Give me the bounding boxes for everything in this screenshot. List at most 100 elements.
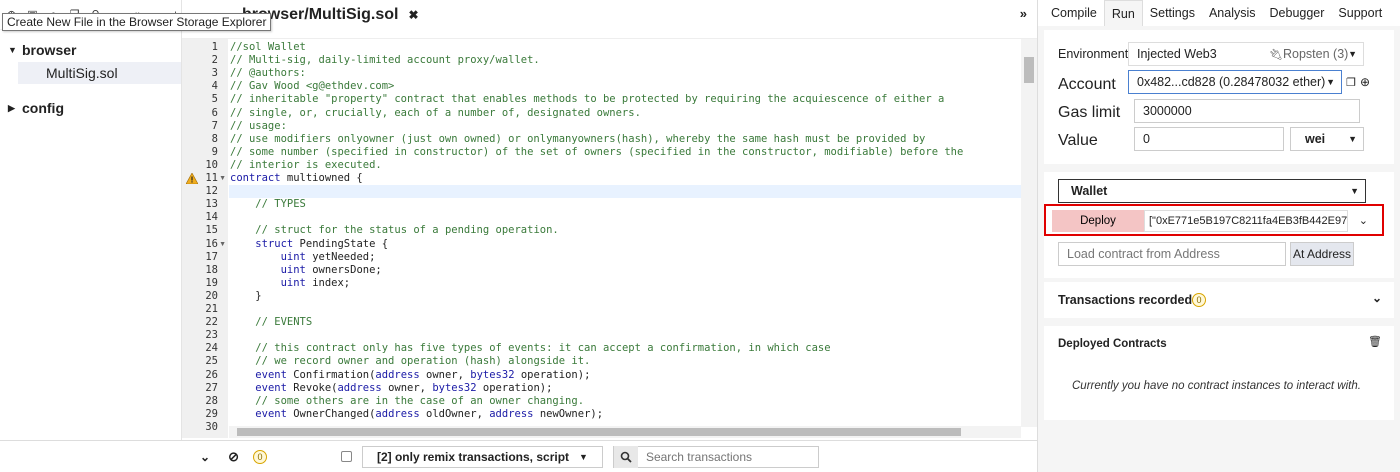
code-line[interactable]: uint index;	[229, 277, 1021, 290]
environment-select[interactable]: Injected Web3 🔌︎ Ropsten (3) ▼	[1128, 42, 1364, 66]
code-line[interactable]: // inheritable "property" contract that …	[229, 93, 1021, 106]
copy-icon[interactable]: ❐	[1346, 76, 1356, 89]
fold-icon[interactable]: ▼	[219, 241, 226, 248]
code-line[interactable]	[229, 329, 1021, 342]
network-label: Ropsten (3)	[1283, 47, 1349, 61]
trash-icon[interactable]: 🗑︎	[1368, 335, 1382, 348]
folder-config[interactable]: ▶ config	[0, 98, 181, 118]
code-line[interactable]: // @authors:	[229, 67, 1021, 80]
at-address-button[interactable]: At Address	[1290, 242, 1354, 266]
line-number: 24	[205, 342, 218, 355]
line-number: 15	[205, 224, 218, 237]
close-icon[interactable]: ✖	[408, 8, 418, 22]
line-number: 12	[205, 185, 218, 198]
code-line[interactable]: // we record owner and operation (hash) …	[229, 355, 1021, 368]
tab-settings[interactable]: Settings	[1143, 0, 1202, 26]
code-line[interactable]: }	[229, 290, 1021, 303]
code-line[interactable]: // some number (specified in constructor…	[229, 146, 1021, 159]
line-number: 21	[205, 303, 218, 315]
chevron-double-down-icon[interactable]: ⌄	[200, 450, 210, 464]
listen-checkbox[interactable]	[340, 451, 352, 462]
code-area[interactable]: //sol Wallet// Multi-sig, daily-limited …	[229, 39, 1021, 438]
chevron-down-icon[interactable]: ⌄	[1359, 214, 1368, 227]
clear-icon[interactable]: ⊘	[228, 449, 239, 465]
scroll-thumb[interactable]	[1024, 57, 1034, 83]
expand-panel-icon[interactable]: »	[1020, 6, 1027, 21]
tab-compile[interactable]: Compile	[1044, 0, 1104, 26]
line-number: 25	[205, 355, 218, 368]
code-line[interactable]: event OwnerChanged(address oldOwner, add…	[229, 408, 1021, 421]
tab-debugger[interactable]: Debugger	[1263, 0, 1332, 26]
code-editor[interactable]: 1 2 3 4 5 6 7 8 9 10 11 ▼ 12 13 14 15 16 ▼ 17 18 19 20 21 22 23 2…	[182, 38, 1037, 438]
environment-label: Environment	[1058, 47, 1129, 61]
code-line[interactable]: struct PendingState {	[229, 238, 1021, 251]
code-line[interactable]: // this contract only has five types of …	[229, 342, 1021, 355]
tx-recorded-card[interactable]: Transactions recorded: 0 ⌄	[1044, 282, 1394, 318]
code-line[interactable]	[229, 211, 1021, 224]
line-number: 7	[211, 119, 218, 132]
line-number: 23	[205, 329, 218, 342]
vertical-scrollbar[interactable]	[1021, 39, 1037, 427]
contract-select[interactable]: Wallet ▼	[1058, 179, 1366, 203]
gas-limit-input[interactable]: 3000000	[1134, 99, 1360, 123]
warning-icon[interactable]	[186, 173, 198, 184]
account-label: Account	[1058, 76, 1116, 93]
value-input[interactable]: 0	[1134, 127, 1284, 151]
code-line[interactable]: // Gav Wood <g@ethdev.com>	[229, 80, 1021, 93]
chevron-down-icon[interactable]: ⌄	[1372, 291, 1382, 305]
line-number: 2	[211, 54, 218, 67]
search-input[interactable]	[637, 446, 818, 467]
constructor-args-input[interactable]: ["0xE771e5B197C8211fa4EB3fB442E9719963	[1144, 210, 1348, 232]
code-line[interactable]: event Confirmation(address owner, bytes3…	[229, 369, 1021, 382]
tab-run[interactable]: Run	[1103, 0, 1143, 26]
file-tree: ▼ browser MultiSig.sol ▶ config	[0, 30, 181, 118]
line-number: 29	[205, 407, 218, 420]
unit-value: wei	[1305, 132, 1326, 146]
account-select[interactable]: 0x482...cd828 (0.28478032 ether) ▼	[1128, 70, 1342, 94]
editor-tab-bar: browser/MultiSig.sol ✖ »	[182, 0, 1037, 30]
code-line[interactable]: event Revoke(address owner, bytes32 oper…	[229, 382, 1021, 395]
code-line[interactable]: // struct for the status of a pending op…	[229, 224, 1021, 237]
code-line[interactable]: uint ownersDone;	[229, 264, 1021, 277]
caret-down-icon: ▼	[1350, 186, 1359, 196]
code-line[interactable]	[229, 303, 1021, 316]
line-gutter: 1 2 3 4 5 6 7 8 9 10 11 ▼ 12 13 14 15 16 ▼ 17 18 19 20 21 22 23 2…	[182, 39, 228, 438]
line-number: 10	[205, 158, 218, 171]
code-line[interactable]: // TYPES	[229, 198, 1021, 211]
load-address-input[interactable]: Load contract from Address	[1058, 242, 1286, 266]
tab-support[interactable]: Support	[1331, 0, 1389, 26]
value-amount: 0	[1143, 132, 1150, 146]
tx-filter-select[interactable]: [2] only remix transactions, script ▼	[361, 445, 603, 468]
code-line[interactable]: // some others are in the case of an own…	[229, 395, 1021, 408]
folder-label: config	[22, 100, 64, 116]
line-number: 18	[205, 263, 218, 276]
code-line[interactable]: // single, or, crucially, each of a numb…	[229, 107, 1021, 120]
code-line[interactable]: // interior is executed.	[229, 159, 1021, 172]
new-file-tooltip: Create New File in the Browser Storage E…	[2, 13, 272, 31]
code-line[interactable]: uint yetNeeded;	[229, 251, 1021, 264]
file-multisig[interactable]: MultiSig.sol	[18, 62, 181, 84]
code-line[interactable]: //sol Wallet	[229, 41, 1021, 54]
tab-analysis[interactable]: Analysis	[1202, 0, 1263, 26]
code-line[interactable]: // usage:	[229, 120, 1021, 133]
horizontal-scrollbar[interactable]	[229, 426, 1021, 438]
folder-browser[interactable]: ▼ browser	[0, 40, 181, 60]
code-line[interactable]: contract multiowned {	[229, 172, 1021, 185]
line-number: 26	[205, 368, 218, 381]
caret-down-icon: ▼	[579, 451, 588, 462]
scroll-thumb[interactable]	[237, 428, 961, 436]
fold-icon[interactable]: ▼	[219, 175, 226, 182]
line-number: 3	[211, 67, 218, 80]
deploy-button[interactable]: Deploy	[1052, 210, 1144, 232]
code-line[interactable]: // use modifiers onlyowner (just own own…	[229, 133, 1021, 146]
add-account-icon[interactable]: ⊕	[1360, 75, 1370, 89]
line-number: 30	[205, 420, 218, 433]
unit-select[interactable]: wei ▼	[1290, 127, 1364, 151]
line-number: 6	[211, 106, 218, 119]
code-line[interactable]	[229, 185, 1021, 199]
line-number: 13	[205, 198, 218, 211]
line-number: 5	[211, 93, 218, 106]
code-line[interactable]: // EVENTS	[229, 316, 1021, 329]
pending-tx-badge: 0	[252, 449, 267, 464]
code-line[interactable]: // Multi-sig, daily-limited account prox…	[229, 54, 1021, 67]
